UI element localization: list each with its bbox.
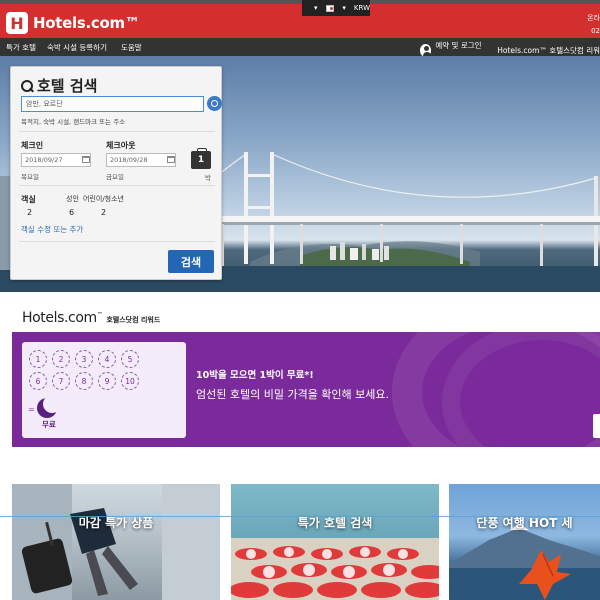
- stamp-4: 4: [98, 350, 116, 368]
- currency-label: KRW: [353, 4, 370, 12]
- moon-icon: [37, 395, 61, 418]
- search-title-text: 호텔 검색: [37, 77, 98, 95]
- header-right-text[interactable]: 온라 02: [586, 12, 600, 38]
- stamp-9: 9: [98, 372, 116, 390]
- hotel-search-panel: 호텔 검색 목적지, 숙박 시설, 랜드마크 또는 주소 체크인 목요일 체크아…: [10, 66, 222, 280]
- children-value[interactable]: 2: [101, 208, 106, 217]
- children-label: 어린이/청소년: [83, 195, 124, 203]
- checkout-label: 체크아웃: [106, 141, 136, 150]
- rewards-brand-mark: ™: [96, 311, 103, 319]
- stamp-5: 5: [121, 350, 139, 368]
- chevron-down-icon: ▾: [314, 4, 318, 12]
- header-right-line-1: 온라: [587, 14, 600, 22]
- stamp-3: 3: [75, 350, 93, 368]
- logo-text: Hotels.com™: [33, 14, 140, 32]
- user-icon: [420, 43, 432, 57]
- korea-flag-icon: [325, 4, 335, 12]
- divider: [19, 241, 215, 242]
- divider: [19, 131, 215, 132]
- stamp-7: 7: [52, 372, 70, 390]
- free-night-label: 무료: [42, 420, 56, 429]
- checkout-date-input[interactable]: [106, 153, 176, 167]
- rewards-brand: Hotels.com™: [22, 310, 103, 326]
- header-right-line-2: 02: [591, 27, 600, 35]
- stamp-1: 1: [29, 350, 47, 368]
- decorative-swirl: [442, 332, 600, 447]
- rewards-cta-button[interactable]: [593, 414, 600, 438]
- chevron-down-icon: ▾: [342, 4, 346, 12]
- beach-umbrellas-image: [231, 538, 439, 600]
- stamp-10: 10: [121, 372, 139, 390]
- mountain-maple-image: [449, 524, 600, 600]
- nav-item-help[interactable]: 도움말: [121, 42, 142, 53]
- search-icon: [21, 79, 33, 92]
- equals-sign: =: [28, 405, 35, 414]
- checkin-date-input[interactable]: [21, 153, 91, 167]
- hotels-logo[interactable]: H Hotels.com™: [6, 12, 140, 34]
- adults-value[interactable]: 6: [69, 208, 74, 217]
- stamp-6: 6: [29, 372, 47, 390]
- checkout-day: 금요일: [106, 173, 124, 181]
- traveler-suitcase-image: [12, 484, 220, 600]
- adults-label: 성인: [66, 195, 79, 203]
- deal-card-last-minute[interactable]: 마감 특가 상품: [12, 484, 220, 600]
- destination-hint: 목적지, 숙박 시설, 랜드마크 또는 주소: [21, 118, 126, 126]
- deal-card-hotel-search[interactable]: 특가 호텔 검색: [231, 484, 439, 600]
- nav-item-deals[interactable]: 특가 호텔: [6, 42, 36, 53]
- rewards-logo: Hotels.com™ 호텔스닷컴 리워드: [22, 310, 160, 326]
- nav-bar: 특가 호텔 숙박 시설 등록하기 도움말 예약 및 로그인 ⌄ Hotels.c…: [0, 38, 600, 60]
- nights-word: 박: [205, 174, 211, 182]
- calendar-icon[interactable]: [82, 156, 90, 163]
- rewards-nav-link[interactable]: Hotels.com™ 호텔스닷컴 리워: [497, 45, 600, 56]
- rewards-subline: 엄선된 호텔의 비밀 가격을 확인해 보세요.: [196, 388, 390, 401]
- checkin-day: 목요일: [21, 173, 39, 181]
- rewards-headline: 10박을 모으면 1박이 무료*!: [196, 370, 314, 381]
- rewards-subtitle: 호텔스닷컴 리워드: [106, 316, 161, 324]
- search-button[interactable]: 검색: [168, 250, 214, 273]
- locale-selector[interactable]: ▾ ▾ KRW: [302, 0, 370, 16]
- stamp-8: 8: [75, 372, 93, 390]
- locate-me-icon[interactable]: [207, 96, 222, 111]
- divider: [19, 185, 215, 186]
- nights-count-icon: 1: [191, 148, 211, 169]
- deal-card-autumn-travel[interactable]: 단풍 여행 HOT 세: [449, 484, 600, 600]
- rewards-brand-name: Hotels.com: [22, 310, 97, 326]
- stamp-2: 2: [52, 350, 70, 368]
- checkin-label: 체크인: [21, 141, 44, 150]
- rooms-label: 객실: [21, 195, 36, 204]
- edit-rooms-link[interactable]: 객실 수정 또는 추가: [21, 224, 83, 235]
- rooms-value[interactable]: 2: [27, 208, 32, 217]
- logo-h-icon: H: [6, 12, 28, 34]
- destination-input[interactable]: [21, 96, 204, 112]
- horizontal-guide-line: [0, 516, 600, 517]
- top-header: H Hotels.com™ 온라 02: [0, 0, 600, 38]
- calendar-icon[interactable]: [167, 156, 175, 163]
- nav-item-list-property[interactable]: 숙박 시설 등록하기: [47, 42, 107, 53]
- search-panel-title: 호텔 검색: [21, 75, 97, 96]
